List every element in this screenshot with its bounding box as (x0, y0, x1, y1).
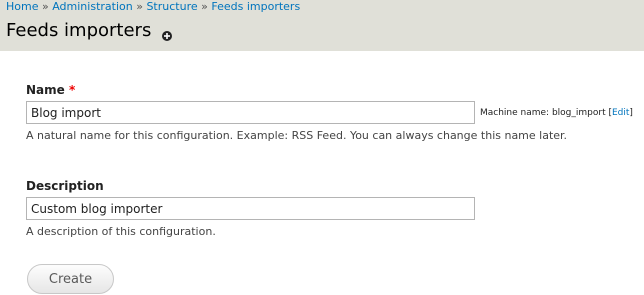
add-shortcut-icon[interactable] (161, 27, 173, 41)
name-label-text: Name (26, 83, 65, 97)
name-label: Name * (26, 83, 75, 97)
page-title: Feeds importers (6, 20, 152, 41)
breadcrumb-structure[interactable]: Structure (146, 0, 197, 13)
name-input[interactable] (26, 101, 475, 124)
breadcrumb-separator: » (136, 0, 143, 13)
machine-name-text: Machine name: blog_import (480, 108, 606, 118)
breadcrumb-separator: » (201, 0, 208, 13)
name-description: A natural name for this configuration. E… (26, 129, 568, 142)
description-label: Description (26, 179, 104, 193)
breadcrumb: Home » Administration » Structure » Feed… (6, 0, 300, 13)
breadcrumb-feeds-importers[interactable]: Feeds importers (211, 0, 300, 13)
create-button[interactable]: Create (27, 264, 114, 294)
breadcrumb-administration[interactable]: Administration (52, 0, 133, 13)
description-input[interactable] (26, 197, 475, 220)
machine-name-edit-link[interactable]: Edit (612, 108, 629, 118)
breadcrumb-home[interactable]: Home (6, 0, 38, 13)
required-marker: * (68, 83, 76, 97)
breadcrumb-separator: » (41, 0, 49, 13)
description-help: A description of this configuration. (26, 225, 216, 238)
machine-name: Machine name: blog_import [Edit] (480, 108, 633, 118)
page-header: Home » Administration » Structure » Feed… (0, 0, 644, 51)
